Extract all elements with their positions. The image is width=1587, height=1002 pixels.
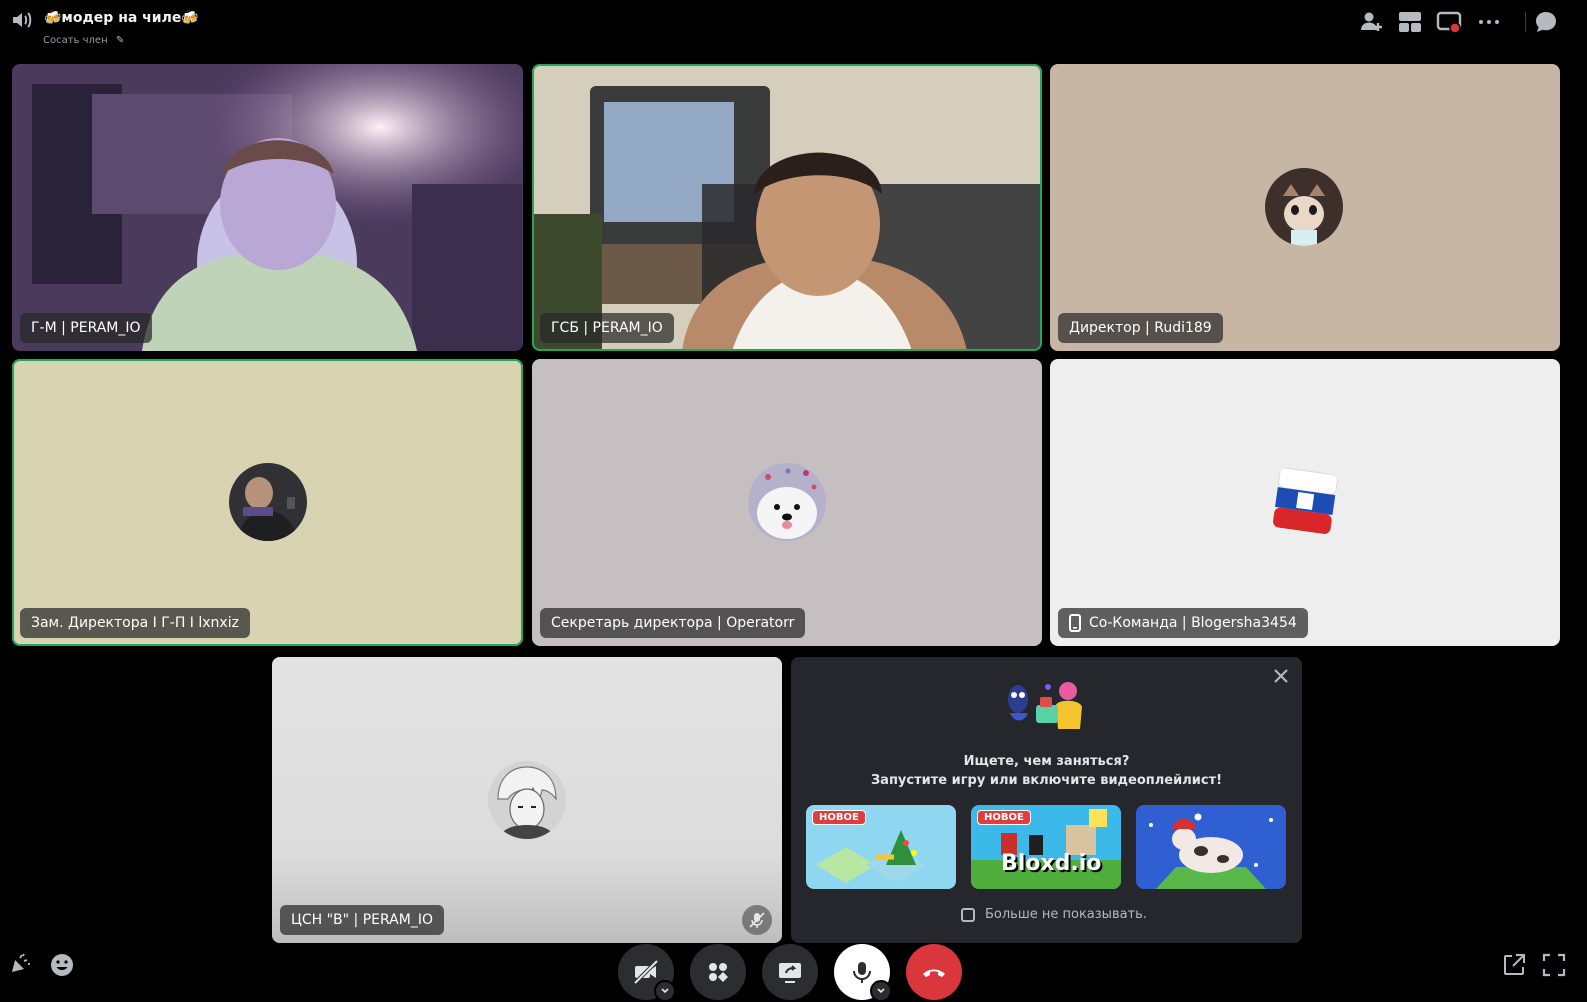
more-icon[interactable] [1476,9,1502,35]
avatar [748,463,826,541]
game-thumbnail [1136,805,1286,889]
game-title: Bloxd.io [1001,851,1102,876]
participant-tile[interactable]: Директор | Rudi189 [1050,64,1560,351]
chevron-down-icon [661,988,669,994]
webcam-video [532,64,1042,351]
mobile-phone-icon [1069,614,1081,632]
participant-tile[interactable]: Зам. Директора I Г-П I lxnxiz [12,359,523,646]
game-card[interactable]: НОВОЕ [806,805,956,889]
participant-tile[interactable]: Со-Команда | Blogersha3454 [1050,359,1560,646]
participant-name: Директор | Rudi189 [1058,313,1223,343]
microphone-icon [853,962,871,983]
new-badge: НОВОЕ [977,810,1031,825]
participant-name-text: Со-Команда | Blogersha3454 [1089,615,1297,631]
game-card[interactable] [1136,805,1286,889]
panel-subtitle: Запустите игру или включите видеоплейлис… [870,773,1223,788]
toolbar-divider [1525,12,1526,32]
camera-off-icon [633,959,659,985]
avatar [1265,168,1343,246]
activities-icon [709,963,728,982]
speaker-icon [13,12,32,28]
popout-icon[interactable] [1501,952,1527,978]
hangup-icon [923,969,945,977]
chevron-down-icon [877,988,885,994]
fullscreen-icon[interactable] [1541,952,1567,978]
video-tile[interactable]: ГСБ | PERAM_IO [532,64,1042,351]
game-card[interactable]: НОВОЕ Bloxd.io [971,805,1121,889]
channel-status[interactable]: Сосать член ✎ [43,35,124,46]
disconnect-button[interactable] [906,944,962,1000]
avatar [229,463,307,541]
avatar [488,761,566,839]
participant-name: Со-Команда | Blogersha3454 [1058,608,1308,638]
grid-layout-icon[interactable] [1397,9,1423,35]
avatar [1266,463,1344,541]
pencil-icon[interactable]: ✎ [116,35,124,46]
screen-share-button[interactable] [762,944,818,1000]
dont-show-checkbox[interactable] [961,907,975,922]
activities-button[interactable] [690,944,746,1000]
emoji-icon[interactable] [49,952,75,978]
video-tile[interactable]: Г-М | PERAM_IO [12,64,523,351]
participant-name: Секретарь директора | Operatorr [540,608,806,638]
panel-title: Ищете, чем заняться? [963,754,1130,769]
muted-indicator [742,905,772,935]
chat-icon[interactable] [1533,9,1559,35]
soundboard-icon[interactable] [6,952,32,978]
participant-tile[interactable]: ЦСН "В" | PERAM_IO [272,657,782,943]
add-person-icon[interactable] [1358,9,1384,35]
camera-options-button[interactable] [654,980,676,1002]
microphone-button[interactable] [834,944,892,1002]
participant-name: ГСБ | PERAM_IO [540,313,674,343]
channel-status-text: Сосать член [43,35,108,46]
new-badge: НОВОЕ [812,810,866,825]
channel-title: 🍻модер на чиле🍻 [44,10,199,26]
participant-tile[interactable]: Секретарь директора | Operatorr [532,359,1042,646]
dont-show-again-option[interactable]: Больше не показывать. [961,907,1147,922]
camera-toggle-button[interactable] [618,944,676,1002]
screen-share-icon [779,963,801,983]
close-icon[interactable] [1272,667,1290,685]
activity-suggestion-panel: Ищете, чем заняться? Запустите игру или … [791,657,1302,943]
muted-mic-icon [749,912,765,928]
participant-name: Г-М | PERAM_IO [20,313,152,343]
participant-name: ЦСН "В" | PERAM_IO [280,905,444,935]
top-bar: 🍻модер на чиле🍻 Сосать член ✎ [0,0,1587,58]
microphone-options-button[interactable] [870,980,892,1002]
webcam-video [12,64,523,351]
dont-show-label: Больше не показывать. [985,907,1147,922]
activity-illustration [1008,682,1082,729]
participant-name: Зам. Директора I Г-П I lxnxiz [20,608,250,638]
screen-record-icon[interactable] [1436,9,1462,35]
